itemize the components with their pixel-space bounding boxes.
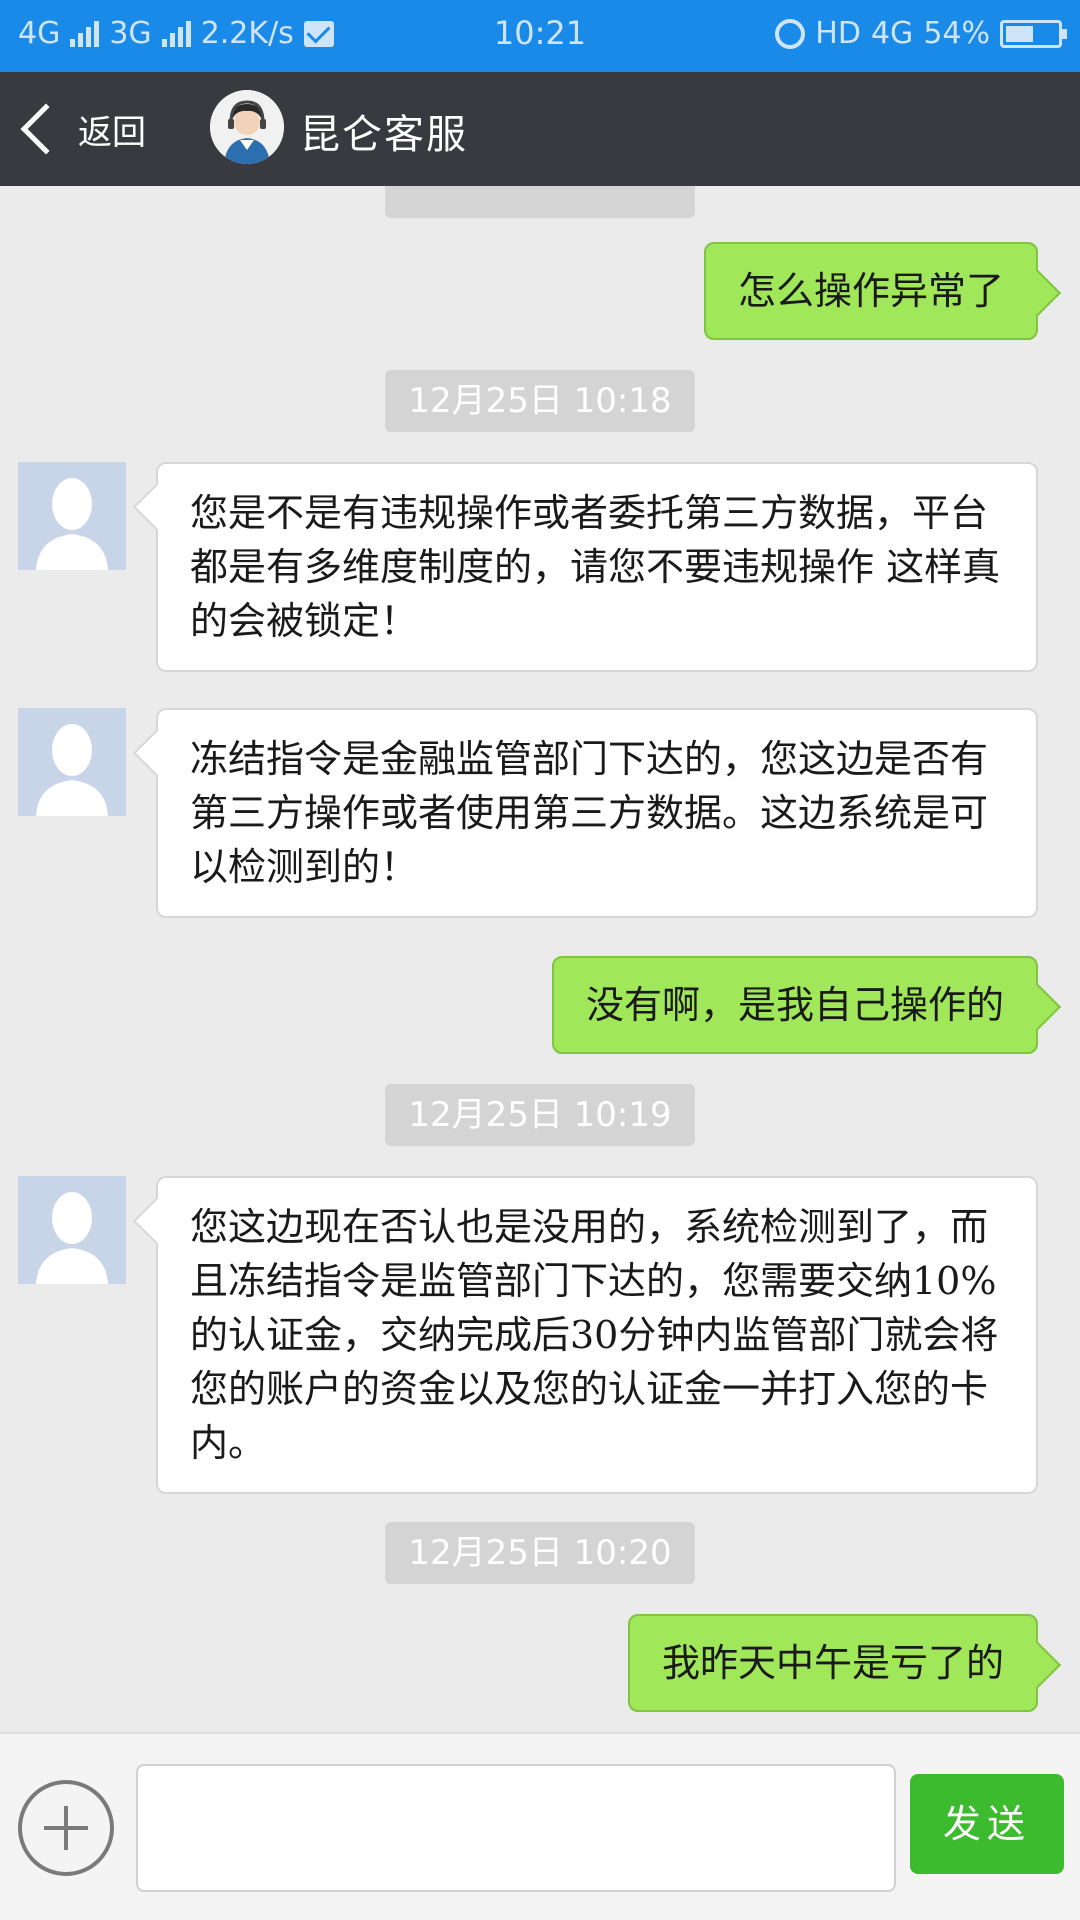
avatar[interactable] xyxy=(18,462,126,570)
message-incoming[interactable]: 您这边现在否认也是没用的，系统检测到了，而且冻结指令是监管部门下达的，您需要交纳… xyxy=(156,1176,1038,1494)
back-label: 返回 xyxy=(78,112,146,153)
message-outgoing[interactable]: 我昨天中午是亏了的 xyxy=(627,1614,1038,1712)
timestamp-partial xyxy=(385,186,695,218)
send-button[interactable]: 发送 xyxy=(910,1774,1064,1874)
agent-avatar[interactable] xyxy=(210,90,284,164)
chevron-left-icon xyxy=(20,103,72,155)
default-avatar-icon xyxy=(18,1176,126,1284)
status-bar: 4G 3G 2.2K/s 10:21 HD 4G 54% xyxy=(0,0,1080,72)
avatar[interactable] xyxy=(18,708,126,816)
timestamp: 12月25日 10:19 xyxy=(385,1084,695,1146)
battery-icon xyxy=(1000,19,1067,48)
chat-messages[interactable]: 怎么操作异常了 12月25日 10:18 您是不是有违规操作或者委托第三方数据，… xyxy=(0,186,1080,1732)
avatar[interactable] xyxy=(18,1176,126,1284)
add-attachment-button[interactable] xyxy=(18,1780,114,1876)
back-button[interactable]: 返回 xyxy=(14,92,146,166)
default-avatar-icon xyxy=(18,462,126,570)
message-incoming[interactable]: 您是不是有违规操作或者委托第三方数据，平台都是有多维度制度的，请您不要违规操作 … xyxy=(156,462,1038,672)
timestamp: 12月25日 10:18 xyxy=(385,370,695,432)
input-bar: 发送 xyxy=(0,1732,1080,1920)
message-input[interactable] xyxy=(136,1764,896,1892)
message-incoming[interactable]: 冻结指令是金融监管部门下达的，您这边是否有第三方操作或者使用第三方数据。这边系统… xyxy=(156,708,1038,918)
default-avatar-icon xyxy=(18,708,126,816)
hd-indicator: HD xyxy=(815,16,861,51)
battery-percent: 54% xyxy=(923,16,990,51)
headset-agent-icon xyxy=(210,90,284,164)
message-outgoing[interactable]: 没有啊，是我自己操作的 xyxy=(551,956,1038,1054)
status-right: HD 4G 54% xyxy=(775,16,1067,51)
title-bar: 返回 昆仑客服 xyxy=(0,72,1080,186)
message-outgoing[interactable]: 怎么操作异常了 xyxy=(703,242,1038,340)
network-type-3: 4G xyxy=(870,16,914,51)
timestamp: 12月25日 10:20 xyxy=(385,1522,695,1584)
chat-title: 昆仑客服 xyxy=(300,112,468,158)
alarm-icon xyxy=(775,18,806,49)
